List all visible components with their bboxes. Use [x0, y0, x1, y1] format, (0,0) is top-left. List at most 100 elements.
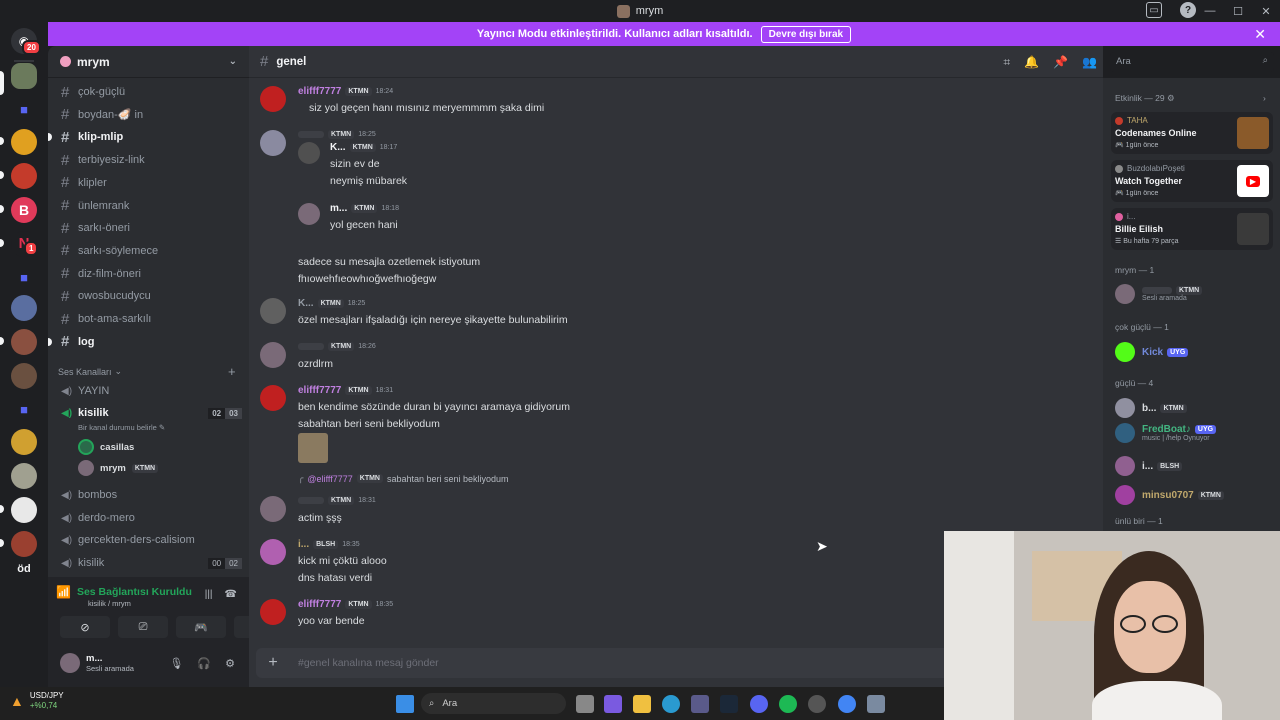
member-item[interactable]: b... KTMN [1115, 398, 1187, 418]
server-icon-11[interactable] [11, 531, 37, 557]
message-author[interactable]: elifff7777 KTMN 18:31 [298, 385, 393, 396]
channel-item[interactable]: # boydan-🦪 in [56, 105, 242, 125]
message-author[interactable]: KTMN 18:31 [298, 496, 376, 505]
channel-item[interactable]: # log [48, 332, 242, 352]
chevron-down-icon[interactable]: ⌄ [229, 56, 237, 67]
voice-channel-derdo-mero[interactable]: ◀) derdo-mero [56, 508, 242, 528]
message-author[interactable]: i... BLSH 18:35 [298, 539, 360, 550]
avatar[interactable] [298, 203, 320, 225]
pin-icon[interactable]: 📌 [1053, 55, 1068, 70]
obs-icon[interactable] [808, 695, 826, 713]
activity-card[interactable]: BuzdolabıPoşeti Watch Together 🎮 1gün ön… [1111, 160, 1273, 202]
server-icon-7[interactable] [11, 363, 37, 389]
voice-channel-yayin[interactable]: ◀) YAYIN [56, 381, 242, 401]
cat-gif-attachment[interactable] [298, 433, 328, 463]
avatar[interactable] [260, 298, 286, 324]
add-voice-channel-icon[interactable]: + [228, 364, 236, 379]
channel-item[interactable]: # klipler [56, 173, 242, 193]
server-icon-od[interactable]: öd [11, 558, 37, 584]
server-icon-2[interactable] [11, 129, 37, 155]
disconnect-icon[interactable]: ☎ [225, 589, 237, 600]
discord-icon[interactable] [750, 695, 768, 713]
edge-icon[interactable] [662, 695, 680, 713]
avatar[interactable] [260, 385, 286, 411]
voice-channel-kisilik-2[interactable]: ◀) kisilik 00 02 [56, 553, 242, 573]
chrome-icon[interactable] [838, 695, 856, 713]
voice-user[interactable]: casillas [78, 439, 134, 455]
voice-user[interactable]: mrym KTMN [78, 460, 159, 476]
activity-card[interactable]: TAHA Codenames Online 🎮 1gün önce [1111, 112, 1273, 154]
avatar[interactable] [260, 496, 286, 522]
avatar[interactable] [298, 142, 320, 164]
voice-status[interactable]: Ses Bağlantısı Kuruldu [77, 586, 192, 598]
threads-icon[interactable]: ⌗ [1003, 55, 1010, 70]
add-attachment-icon[interactable]: + [256, 654, 290, 672]
task-view-icon[interactable] [576, 695, 594, 713]
disable-streamer-mode-button[interactable]: Devre dışı bırak [760, 25, 852, 43]
member-item[interactable]: i... BLSH [1115, 456, 1183, 476]
message-author[interactable]: elifff7777 KTMN 18:35 [298, 599, 393, 610]
server-icon-b[interactable]: B [11, 197, 37, 223]
noise-suppression-icon[interactable]: ||| [205, 589, 213, 600]
steam-icon[interactable] [720, 695, 738, 713]
voice-channel-gercekten[interactable]: ◀) gercekten-ders-calisiom [56, 530, 242, 550]
channel-item[interactable]: # ünlemrank [56, 196, 242, 216]
camera-button[interactable]: ⊘ [60, 616, 110, 638]
folder-icon-2[interactable]: ■ [11, 265, 37, 291]
channel-item[interactable]: # terbiyesiz-link [56, 150, 242, 170]
member-item[interactable]: Kick UYG [1115, 342, 1189, 362]
composer-placeholder[interactable]: #genel kanalına mesaj gönder [298, 657, 439, 669]
message-author[interactable]: K... KTMN 18:17 [330, 142, 397, 153]
channel-item[interactable]: # klip-mlip [48, 127, 242, 147]
message-author[interactable]: K... KTMN 18:25 [298, 298, 365, 309]
avatar[interactable] [260, 130, 286, 156]
headphones-icon[interactable]: 🎧 [197, 657, 211, 670]
activities-button[interactable]: 🎮 [176, 616, 226, 638]
server-mrym-icon[interactable] [11, 63, 37, 89]
member-item[interactable]: KTMN Sesli aramada [1115, 284, 1203, 304]
folder-icon[interactable]: ■ [11, 97, 37, 123]
close-window-button[interactable]: ✕ [1252, 0, 1280, 22]
guild-header[interactable]: mrym ⌄ [48, 46, 249, 78]
bell-icon[interactable]: 🔔 [1024, 55, 1039, 70]
inbox-icon[interactable]: ▭ [1146, 2, 1162, 18]
copilot-icon[interactable] [604, 695, 622, 713]
screen-share-button[interactable]: ⎚ [118, 616, 168, 638]
minimize-button[interactable]: — [1196, 0, 1224, 22]
server-icon-10[interactable] [11, 497, 37, 523]
message-author[interactable]: m... KTMN 18:18 [330, 203, 399, 214]
spotify-icon[interactable] [779, 695, 797, 713]
voice-channel-kisilik[interactable]: ◀) kisilik 02 03 [56, 403, 242, 423]
activity-header[interactable]: Etkinlik — 29 ⚙ › [1115, 93, 1266, 104]
activity-card[interactable]: i... Billie Eilish ☰ Bu hafta 79 parça [1111, 208, 1273, 250]
server-icon-3[interactable] [11, 163, 37, 189]
start-icon[interactable] [396, 695, 414, 713]
avatar[interactable] [260, 86, 286, 112]
taskbar-search[interactable]: ⌕ Ara [421, 693, 566, 714]
avatar[interactable] [260, 599, 286, 625]
settings-icon[interactable] [867, 695, 885, 713]
server-icon-9[interactable] [11, 463, 37, 489]
message-author[interactable]: elifff7777 KTMN 18:24 [298, 86, 393, 97]
microphone-icon[interactable]: 🎙 [169, 657, 183, 670]
member-item[interactable]: minsu0707 KTMN [1115, 485, 1224, 505]
avatar[interactable] [260, 342, 286, 368]
server-icon-5[interactable] [11, 295, 37, 321]
help-icon[interactable]: ? [1180, 2, 1196, 18]
server-icon-6[interactable] [11, 329, 37, 355]
voice-channel-status[interactable]: Bir kanal durumu belirle ✎ [78, 423, 165, 432]
user-panel[interactable]: m... Sesli aramada [60, 653, 134, 673]
search-input[interactable]: Ara ⌕ [1110, 52, 1274, 72]
member-list-icon[interactable]: 👥 [1082, 55, 1097, 70]
channel-item[interactable]: # sarkı-öneri [56, 218, 242, 238]
message-author[interactable]: KTMN 18:25 [298, 130, 376, 139]
channel-item[interactable]: # bot-ama-sarkılı [56, 309, 242, 329]
stock-widget[interactable]: ▲ USD/JPY +%0,74 [10, 691, 64, 710]
folder-icon-3[interactable]: ■ [11, 397, 37, 423]
voice-category[interactable]: Ses Kanalları ⌄ + [58, 364, 236, 379]
explorer-icon[interactable] [633, 695, 651, 713]
channel-item[interactable]: # owosbucudycu [56, 286, 242, 306]
channel-item[interactable]: # diz-film-öneri [56, 264, 242, 284]
voice-channel-bombos[interactable]: ◀) bombos [56, 485, 242, 505]
member-item[interactable]: FredBoat♪ UYG music | /help Oynuyor [1115, 423, 1217, 443]
